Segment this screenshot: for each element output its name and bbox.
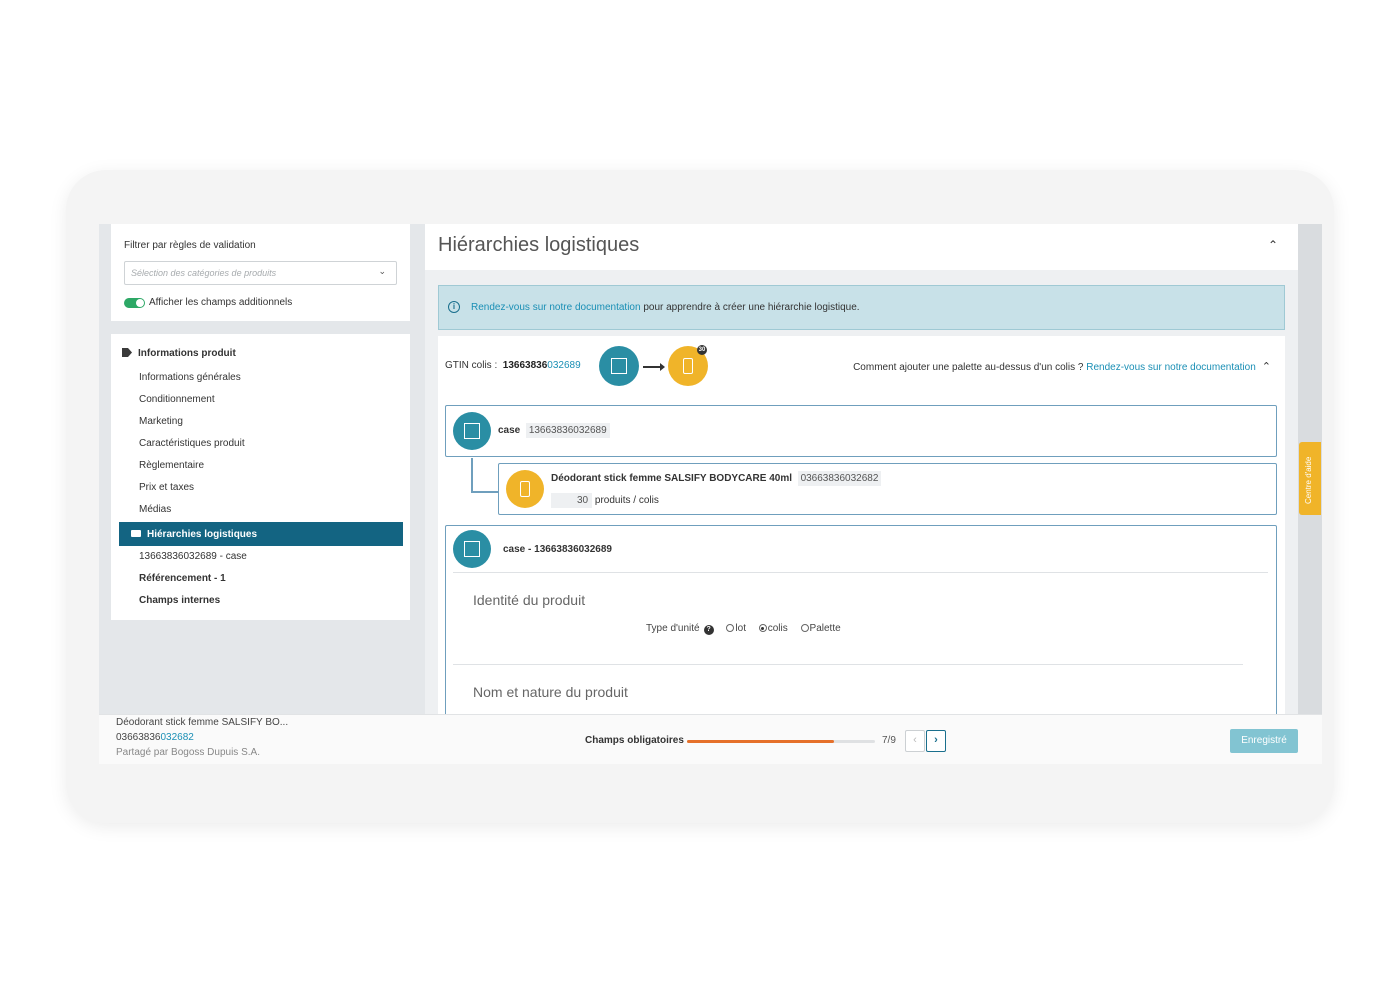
page-title: Hiérarchies logistiques — [438, 234, 640, 256]
next-field-button[interactable]: › — [926, 730, 946, 752]
filter-title: Filtrer par règles de validation — [124, 240, 256, 251]
quantity-badge: 30 — [697, 345, 707, 355]
case-gtin: 13663836032689 — [525, 423, 610, 438]
radio-palette-label: Palette — [809, 623, 841, 634]
case-box-icon[interactable] — [599, 346, 639, 386]
tree-connector — [471, 458, 473, 492]
sidebar-item-prices[interactable]: Prix et taxes — [139, 482, 194, 493]
sidebar-item-logistics-active[interactable]: Hiérarchies logistiques — [119, 522, 403, 546]
sidebar-item-marketing[interactable]: Marketing — [139, 416, 183, 427]
palette-doc-link[interactable]: Rendez-vous sur notre documentation — [1086, 362, 1256, 373]
footer-gtin-prefix: 03663836 — [116, 732, 161, 743]
collapse-chevron-up-icon[interactable]: ⌃ — [1268, 238, 1278, 252]
category-select[interactable]: Sélection des catégories de produits ⌄ — [124, 261, 397, 285]
banner-text: pour apprendre à créer une hiérarchie lo… — [640, 302, 860, 313]
gtin-prefix: 13663836 — [502, 360, 548, 371]
sidebar-item-referencing[interactable]: Référencement - 1 — [139, 573, 226, 584]
product-gtin: 03663836032682 — [797, 471, 882, 486]
nav-heading-label: Informations produit — [138, 348, 236, 359]
filter-card: Filtrer par règles de validation Sélecti… — [111, 224, 410, 321]
detail-case-icon — [453, 530, 491, 568]
info-icon: i — [448, 301, 460, 313]
footer-bar: Déodorant stick femme SALSIFY BO... 0366… — [99, 714, 1322, 764]
nav-heading[interactable]: Informations produit — [122, 348, 236, 359]
detail-title: case - 13663836032689 — [503, 544, 612, 555]
quantity-line: 30 produits / colis — [551, 493, 659, 508]
additional-fields-toggle[interactable] — [124, 298, 145, 308]
radio-colis[interactable] — [758, 624, 767, 632]
gtin-label: GTIN colis : — [445, 360, 498, 371]
required-progress-bar — [687, 740, 875, 743]
chevron-left-icon: ‹ — [913, 734, 917, 746]
sidebar-item-general-info[interactable]: Informations générales — [139, 372, 241, 383]
footer-product-name: Déodorant stick femme SALSIFY BO... — [116, 717, 289, 728]
arrow-icon — [643, 363, 665, 371]
radio-lot-label: lot — [735, 623, 746, 634]
product-row-title: Déodorant stick femme SALSIFY BODYCARE 4… — [551, 471, 882, 486]
sidebar-item-internal-fields[interactable]: Champs internes — [139, 595, 220, 606]
footer-gtin-suffix: 032682 — [160, 732, 194, 743]
chevron-up-icon[interactable]: ⌃ — [1262, 361, 1271, 373]
app-window: Filtrer par règles de validation Sélecti… — [99, 224, 1322, 764]
help-center-tab[interactable]: Centre d'aide — [1299, 442, 1321, 515]
footer-shared-by: Partagé par Bogoss Dupuis S.A. — [116, 747, 260, 758]
case-icon — [453, 412, 491, 450]
main-content: Hiérarchies logistiques ⌃ i Rendez-vous … — [425, 224, 1298, 725]
chevron-down-icon: ⌄ — [378, 266, 386, 276]
unit-type-label: Type d'unité — [646, 623, 700, 634]
qty-unit: produits / colis — [594, 495, 659, 506]
palette-question: Comment ajouter une palette au-dessus d'… — [853, 362, 1087, 373]
tag-icon — [122, 348, 132, 357]
info-banner: i Rendez-vous sur notre documentation po… — [438, 285, 1285, 330]
sidebar-active-label: Hiérarchies logistiques — [147, 529, 258, 540]
required-count: 7/9 — [882, 735, 896, 746]
radio-colis-label: colis — [767, 623, 788, 634]
detail-divider — [453, 572, 1268, 573]
name-section-title: Nom et nature du produit — [473, 684, 628, 700]
sidebar-item-characteristics[interactable]: Caractéristiques produit — [139, 438, 245, 449]
footer-gtin: 03663836032682 — [116, 732, 194, 743]
gtin-line: GTIN colis : 13663836032689 — [445, 360, 581, 371]
sidebar-nav: Informations produit Informations généra… — [111, 334, 410, 620]
product-row[interactable]: Déodorant stick femme SALSIFY BODYCARE 4… — [498, 463, 1277, 515]
case-row-text: case 13663836032689 — [498, 423, 610, 438]
save-button[interactable]: Enregistré — [1230, 729, 1298, 753]
chevron-right-icon: › — [934, 734, 938, 746]
section-header: Hiérarchies logistiques ⌃ — [425, 224, 1298, 270]
toggle-label: Afficher les champs additionnels — [149, 297, 293, 308]
unit-type-field: Type d'unité? lot colis Palette — [646, 623, 841, 635]
sidebar-item-regulatory[interactable]: Règlementaire — [139, 460, 204, 471]
case-label: case — [498, 425, 521, 436]
product-name: Déodorant stick femme SALSIFY BODYCARE 4… — [551, 473, 792, 484]
radio-palette[interactable] — [800, 624, 809, 632]
identity-section-title: Identité du produit — [473, 592, 586, 608]
palette-help: Comment ajouter une palette au-dessus d'… — [853, 360, 1271, 373]
tree-connector-h — [471, 491, 498, 493]
help-question-icon[interactable]: ? — [703, 625, 714, 635]
help-center-label: Centre d'aide — [1304, 456, 1313, 504]
sidebar-item-media[interactable]: Médias — [139, 504, 171, 515]
prev-field-button[interactable]: ‹ — [905, 730, 925, 752]
case-row[interactable]: case 13663836032689 — [445, 405, 1277, 457]
case-detail-panel: case - 13663836032689 Identité du produi… — [445, 525, 1277, 725]
sidebar-subitem-case[interactable]: 13663836032689 - case — [139, 551, 247, 562]
gtin-suffix: 032689 — [547, 360, 581, 371]
documentation-link[interactable]: Rendez-vous sur notre documentation — [471, 302, 641, 313]
section-divider — [453, 664, 1243, 665]
required-progress-fill — [687, 740, 834, 743]
required-fields-label: Champs obligatoires — [585, 735, 684, 746]
radio-lot[interactable] — [726, 624, 735, 632]
sidebar-item-packaging[interactable]: Conditionnement — [139, 394, 215, 405]
hierarchy-card: GTIN colis : 13663836032689 30 Comment a… — [438, 336, 1285, 725]
truck-icon — [131, 530, 141, 537]
qty-number[interactable]: 30 — [551, 493, 593, 508]
bottle-icon — [506, 470, 544, 508]
category-select-placeholder: Sélection des catégories de produits — [131, 268, 277, 278]
